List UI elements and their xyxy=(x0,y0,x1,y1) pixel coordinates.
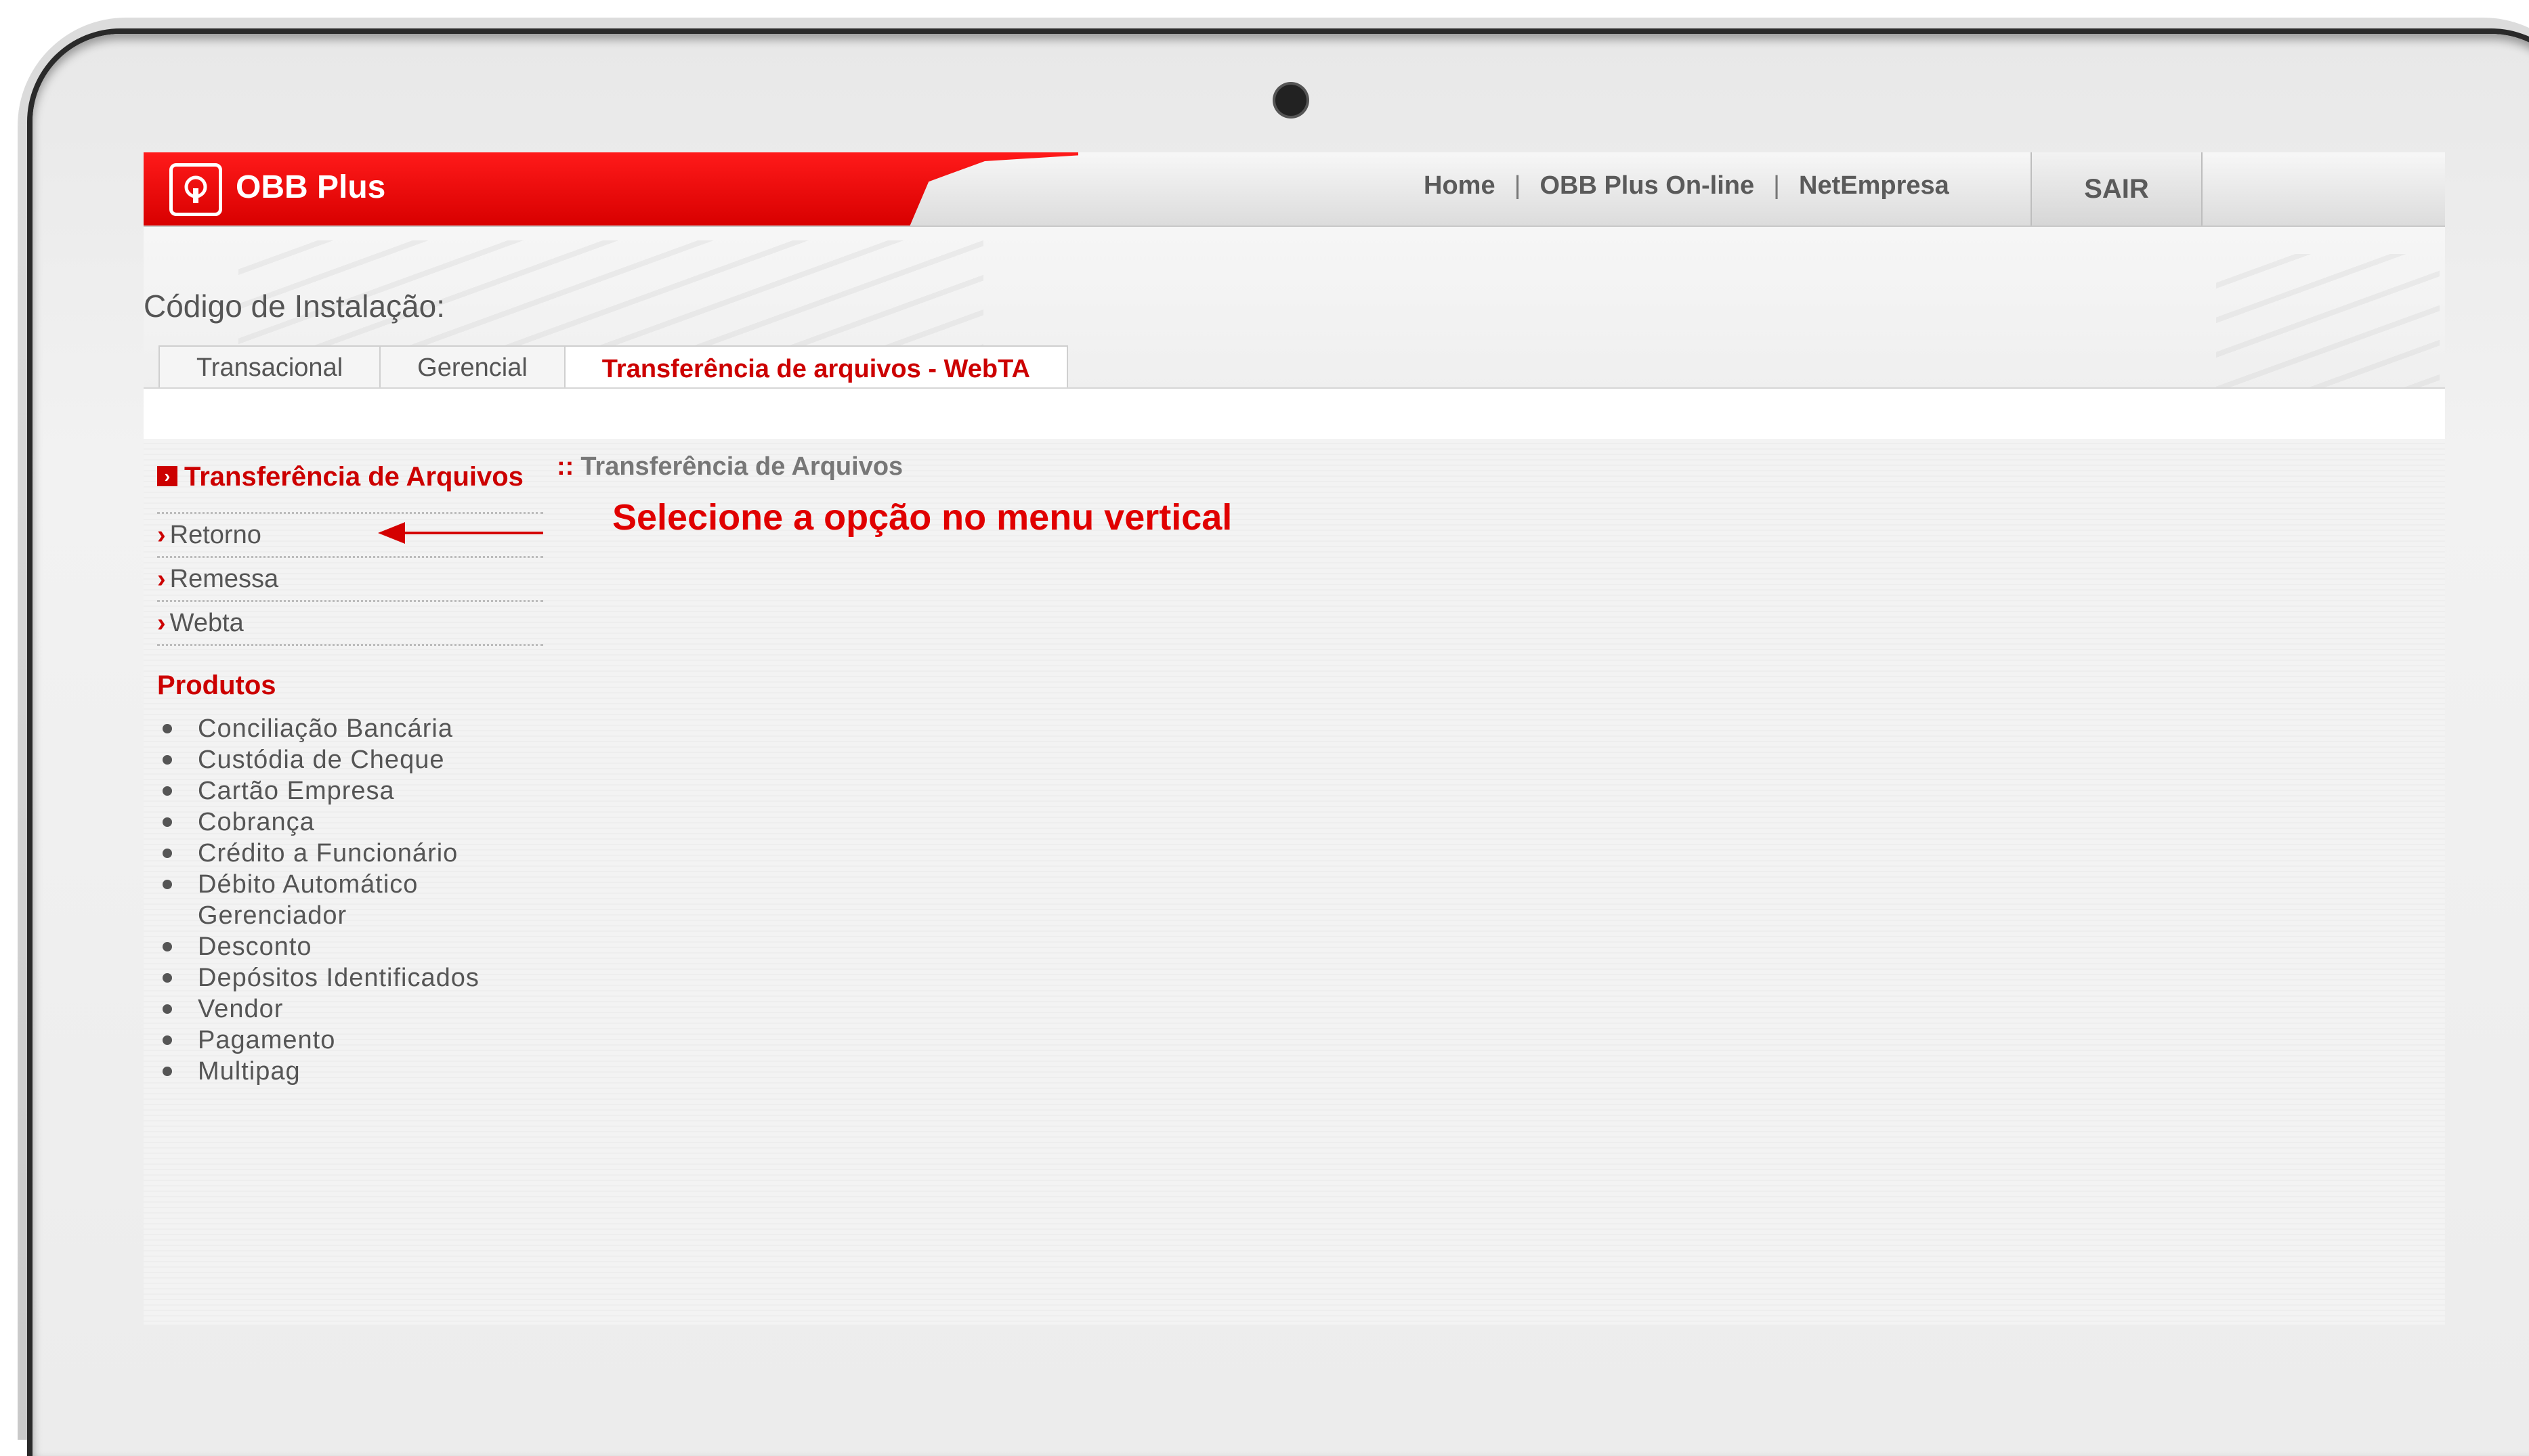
obb-logo-icon[interactable] xyxy=(169,163,222,216)
sidebar-item-label: Webta xyxy=(169,608,244,637)
product-item[interactable]: Cartão Empresa xyxy=(157,775,543,807)
products-title: Produtos xyxy=(157,670,276,700)
breadcrumb-label: Transferência de Arquivos xyxy=(580,452,904,481)
top-bar: OBB Plus Home | OBB Plus On-line | NetEm… xyxy=(144,152,2445,227)
sidebar-item-remessa[interactable]: › Remessa xyxy=(157,558,543,602)
section-icon: › xyxy=(157,466,177,486)
exit-button[interactable]: SAIR xyxy=(2031,152,2203,226)
tab-bar: Transacional Gerencial Transferência de … xyxy=(158,345,1068,391)
sidebar-item-label: Retorno xyxy=(169,520,261,549)
instruction-text: Selecione a opção no menu vertical xyxy=(612,497,1233,538)
breadcrumb: :: Transferência de Arquivos xyxy=(557,452,903,481)
sidebar: › Transferência de Arquivos › Retorno › … xyxy=(157,461,543,1087)
decorative-pattern xyxy=(2216,254,2440,389)
product-item[interactable]: Conciliação Bancária xyxy=(157,713,543,744)
nav-separator: | xyxy=(1773,171,1781,200)
content-area: › Transferência de Arquivos › Retorno › … xyxy=(144,439,2445,1325)
product-item[interactable]: Crédito a Funcionário xyxy=(157,838,543,869)
top-nav: Home | OBB Plus On-line | NetEmpresa xyxy=(1424,171,1949,200)
sidebar-section-label: Transferência de Arquivos xyxy=(184,462,524,492)
breadcrumb-dots-icon: :: xyxy=(557,452,574,481)
product-item[interactable]: Cobrança xyxy=(157,807,543,838)
product-item[interactable]: Multipag xyxy=(157,1056,543,1087)
sidebar-item-webta[interactable]: › Webta xyxy=(157,602,543,646)
tab-webta[interactable]: Transferência de arquivos - WebTA xyxy=(564,345,1068,391)
tab-transacional[interactable]: Transacional xyxy=(158,345,381,389)
nav-obb-online-link[interactable]: OBB Plus On-line xyxy=(1539,171,1754,200)
product-item[interactable]: Desconto xyxy=(157,931,543,962)
nav-home-link[interactable]: Home xyxy=(1424,171,1495,200)
install-code-label: Código de Instalação: xyxy=(144,288,445,324)
tab-gerencial[interactable]: Gerencial xyxy=(379,345,566,389)
product-item[interactable]: Depósitos Identificados xyxy=(157,962,543,993)
sidebar-item-label: Remessa xyxy=(169,564,279,593)
chevron-right-icon: › xyxy=(157,564,166,593)
sidebar-item-retorno[interactable]: › Retorno xyxy=(157,514,543,558)
chevron-right-icon: › xyxy=(157,608,166,637)
camera-icon xyxy=(1275,85,1306,116)
product-item[interactable]: Custódia de Cheque xyxy=(157,744,543,775)
nav-separator: | xyxy=(1514,171,1521,200)
content-top-strip xyxy=(144,389,2445,439)
product-item[interactable]: Vendor xyxy=(157,993,543,1025)
brand-banner: OBB Plus xyxy=(144,152,1078,226)
product-item[interactable]: Pagamento xyxy=(157,1025,543,1056)
nav-netempresa-link[interactable]: NetEmpresa xyxy=(1799,171,1949,200)
arrow-left-icon xyxy=(378,522,543,544)
sidebar-menu: › Retorno › Remessa › Webta xyxy=(157,512,543,646)
product-item[interactable]: Débito Automático Gerenciador xyxy=(157,869,543,931)
chevron-right-icon: › xyxy=(157,520,166,549)
app-screen: OBB Plus Home | OBB Plus On-line | NetEm… xyxy=(144,152,2445,1325)
sidebar-section-title: › Transferência de Arquivos xyxy=(157,461,543,493)
products-list: Conciliação Bancária Custódia de Cheque … xyxy=(157,713,543,1087)
brand-name: OBB Plus xyxy=(236,169,386,205)
